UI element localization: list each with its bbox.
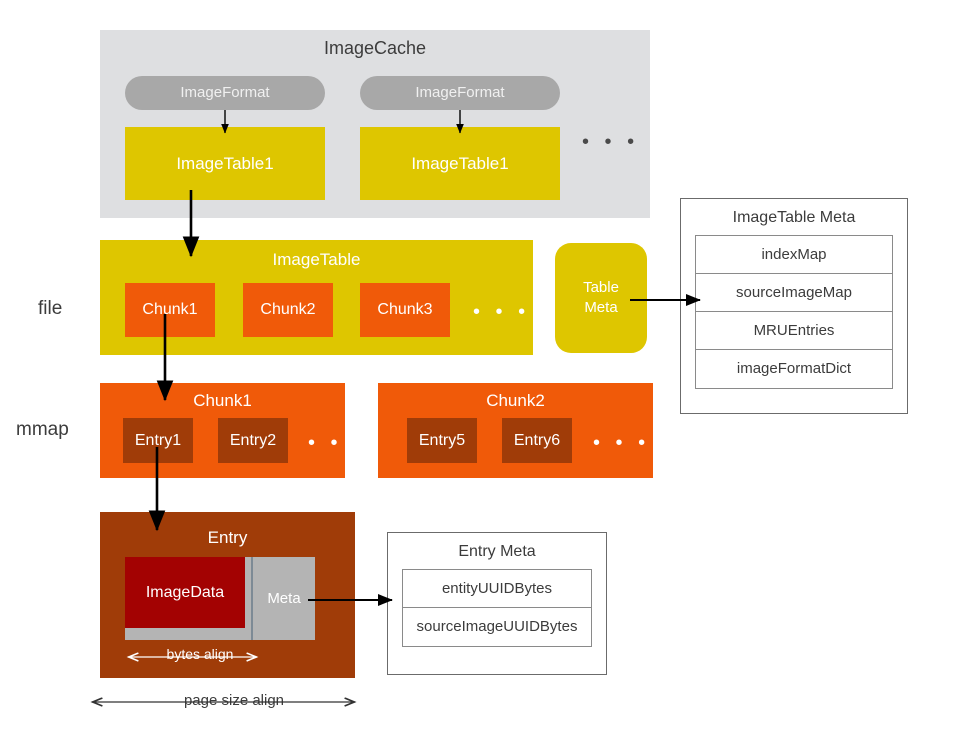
entry-band-title: Entry bbox=[207, 528, 248, 547]
chunk-box-3[interactable]: Chunk3 bbox=[360, 283, 450, 337]
image-table-meta-title: ImageTable Meta bbox=[732, 209, 856, 226]
image-table1-box-1[interactable]: ImageTable1 bbox=[125, 127, 325, 200]
meta-row-indexmap[interactable]: indexMap bbox=[696, 236, 892, 274]
image-table-meta-panel: ImageTable Meta indexMap sourceImageMap … bbox=[680, 198, 908, 414]
entry-box-2[interactable]: Entry2 bbox=[218, 418, 288, 463]
entry-box-5[interactable]: Entry5 bbox=[407, 418, 477, 463]
table-meta-box[interactable]: Table Meta bbox=[555, 243, 647, 353]
image-table1-label-1: ImageTable1 bbox=[176, 153, 274, 173]
entry-meta-block[interactable]: Meta bbox=[253, 557, 315, 640]
image-table1-box-2[interactable]: ImageTable1 bbox=[360, 127, 560, 200]
meta-row-sourceimageuuidbytes[interactable]: sourceImageUUIDBytes bbox=[403, 608, 591, 646]
meta-row-imageformatdict[interactable]: imageFormatDict bbox=[696, 350, 892, 388]
chunk2-ellipsis: • • • bbox=[593, 432, 651, 454]
table-meta-line2: Meta bbox=[584, 299, 618, 316]
chunk-box-1[interactable]: Chunk1 bbox=[125, 283, 215, 337]
chunk1-ellipsis: • • • bbox=[308, 432, 366, 454]
chunk1-band-title: Chunk1 bbox=[193, 391, 252, 410]
image-table1-label-2: ImageTable1 bbox=[411, 153, 509, 173]
image-table-title: ImageTable bbox=[272, 250, 361, 269]
entry-box-6[interactable]: Entry6 bbox=[502, 418, 572, 463]
image-cache-title: ImageCache bbox=[323, 38, 427, 58]
image-format-pill-1[interactable]: ImageFormat bbox=[125, 76, 325, 110]
chunk2-band-title: Chunk2 bbox=[486, 391, 545, 410]
bytes-align-label: bytes align bbox=[166, 646, 234, 662]
image-table-ellipsis: • • • bbox=[473, 301, 531, 323]
meta-row-entityuuidbytes[interactable]: entityUUIDBytes bbox=[403, 570, 591, 608]
entry-meta-panel: Entry Meta entityUUIDBytes sourceImageUU… bbox=[387, 532, 607, 675]
image-table-meta-rows: indexMap sourceImageMap MRUEntries image… bbox=[695, 235, 893, 389]
entry-imagedata-block[interactable]: ImageData bbox=[125, 557, 245, 628]
page-size-align-label: page size align bbox=[163, 692, 305, 709]
entry-meta-rows: entityUUIDBytes sourceImageUUIDBytes bbox=[402, 569, 592, 647]
diagram-canvas: ImageCache ImageFormat ImageTable1 Image… bbox=[0, 0, 954, 735]
meta-row-mruentries[interactable]: MRUEntries bbox=[696, 312, 892, 350]
chunk-box-2[interactable]: Chunk2 bbox=[243, 283, 333, 337]
meta-row-sourceimagemap[interactable]: sourceImageMap bbox=[696, 274, 892, 312]
image-cache-ellipsis: • • • bbox=[582, 131, 640, 153]
image-format-pill-2[interactable]: ImageFormat bbox=[360, 76, 560, 110]
row-label-mmap: mmap bbox=[16, 419, 69, 440]
row-label-file: file bbox=[38, 298, 63, 319]
table-meta-line1: Table bbox=[583, 278, 619, 296]
entry-box-1[interactable]: Entry1 bbox=[123, 418, 193, 463]
entry-meta-title: Entry Meta bbox=[458, 543, 536, 560]
